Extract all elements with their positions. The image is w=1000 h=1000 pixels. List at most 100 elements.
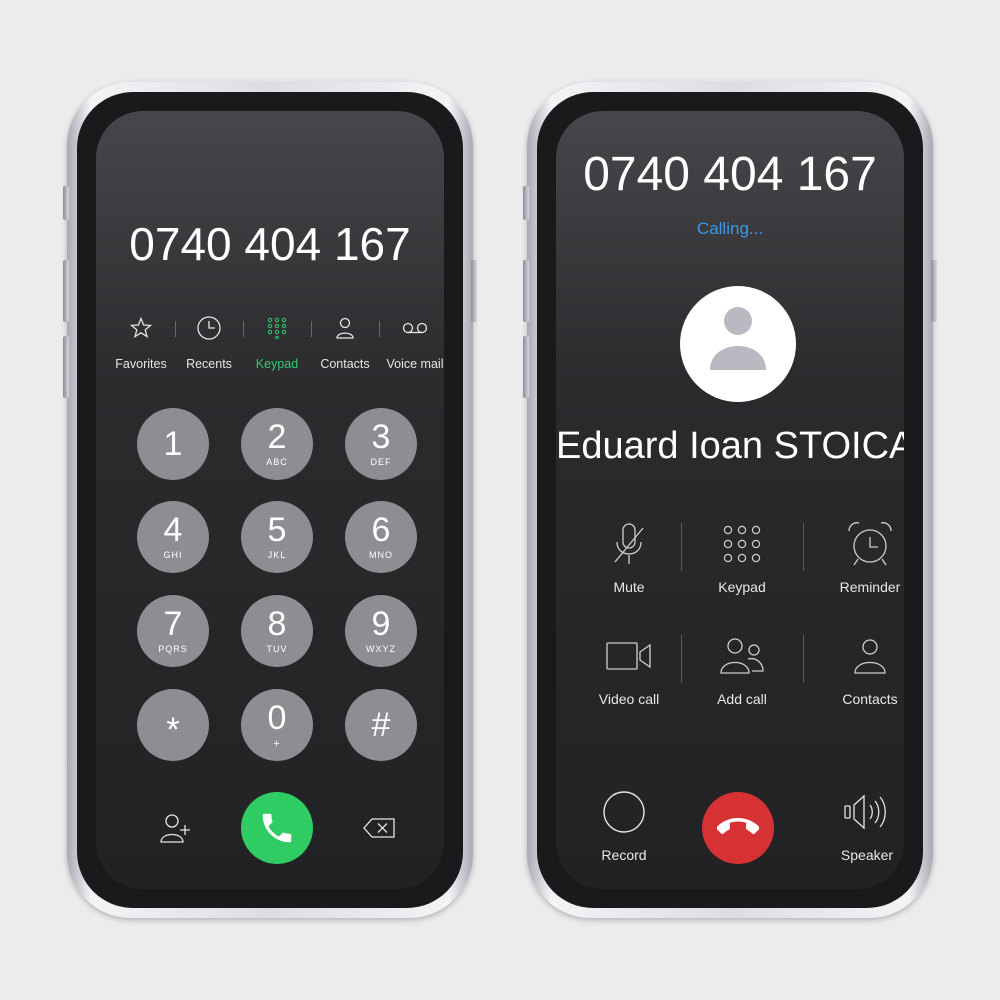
reminder-label: Reminder [839, 579, 901, 595]
record-label: Record [601, 847, 647, 863]
backspace-icon [363, 818, 395, 838]
dialer-tab-bar: Favorites Recents Keypad Contacts Voice … [96, 311, 444, 381]
contact-icon [308, 311, 382, 345]
mute-icon [569, 519, 689, 569]
end-call-button[interactable] [702, 792, 774, 864]
voicemail-icon [375, 311, 444, 345]
key-9[interactable]: 9 WXYZ [345, 595, 417, 667]
video-call-label: Video call [598, 691, 660, 707]
video-call-button[interactable]: Video call [569, 631, 689, 707]
key-letters: WXYZ [366, 644, 396, 654]
key-letters: GHI [163, 550, 183, 560]
add-contact-icon [160, 814, 190, 843]
speaker-label: Speaker [840, 847, 894, 863]
dialed-number: 0740 404 167 [129, 218, 411, 270]
tab-divider [175, 321, 176, 337]
key-digit: 7 [163, 605, 183, 643]
tab-label: Keypad [255, 357, 299, 371]
key-7[interactable]: 7 PQRS [137, 595, 209, 667]
key-letters: DEF [370, 457, 392, 467]
phone-bezel: 0740 404 167 Calling... Eduard Ioan STOI… [537, 92, 923, 908]
keypad-icon [240, 311, 314, 345]
power-button [931, 260, 937, 322]
key-hash[interactable]: # [345, 689, 417, 761]
key-letters: MNO [369, 550, 393, 560]
tab-label: Voice mail [386, 357, 444, 371]
contacts-label: Contacts [842, 691, 898, 707]
star-icon [104, 311, 178, 345]
tab-contacts[interactable]: Contacts [308, 311, 382, 371]
dialer-screen: 0740 404 167 Favorites Recents Keypad Co… [96, 111, 444, 889]
call-status: Calling... [696, 219, 764, 238]
key-letters: TUV [266, 644, 288, 654]
key-3[interactable]: 3 DEF [345, 408, 417, 480]
tab-favorites[interactable]: Favorites [104, 311, 178, 371]
tab-label: Recents [186, 357, 232, 371]
backspace-button[interactable] [362, 817, 396, 839]
key-digit: 6 [371, 511, 391, 549]
clock-icon [172, 311, 246, 345]
tab-label: Favorites [115, 357, 167, 371]
key-digit: 1 [163, 425, 183, 463]
reminder-button[interactable]: Reminder [810, 519, 904, 595]
add-contact-button[interactable] [158, 811, 192, 845]
power-button [471, 260, 477, 322]
record-icon [564, 787, 684, 837]
key-digit: 4 [163, 511, 183, 549]
action-divider [803, 523, 804, 571]
phone-bezel: 0740 404 167 Favorites Recents Keypad Co… [77, 92, 463, 908]
key-star[interactable]: * [137, 689, 209, 761]
mute-button[interactable]: Mute [569, 519, 689, 595]
key-digit: 8 [267, 605, 287, 643]
key-0[interactable]: 0 + [241, 689, 313, 761]
tab-label: Contacts [320, 357, 370, 371]
key-8[interactable]: 8 TUV [241, 595, 313, 667]
key-5[interactable]: 5 JKL [241, 501, 313, 573]
contacts-button[interactable]: Contacts [810, 631, 904, 707]
key-letters: JKL [267, 550, 287, 560]
key-1[interactable]: 1 [137, 408, 209, 480]
tab-divider [311, 321, 312, 337]
speaker-button[interactable]: Speaker [807, 787, 904, 863]
tab-recents[interactable]: Recents [172, 311, 246, 371]
key-letters: + [273, 738, 281, 750]
tab-divider [243, 321, 244, 337]
speaker-icon [807, 787, 904, 837]
key-4[interactable]: 4 GHI [137, 501, 209, 573]
add-call-icon [682, 631, 802, 681]
keypad-button[interactable]: Keypad [682, 519, 802, 595]
tab-divider [379, 321, 380, 337]
tab-voice-mail[interactable]: Voice mail [375, 311, 444, 371]
keypad-icon [682, 519, 802, 569]
key-letters: PQRS [158, 644, 188, 654]
phone-icon [262, 813, 292, 843]
call-number: 0740 404 167 [583, 148, 877, 201]
key-6[interactable]: 6 MNO [345, 501, 417, 573]
video-camera-icon [569, 631, 689, 681]
key-digit: # [371, 706, 391, 744]
record-button[interactable]: Record [564, 787, 684, 863]
volume-down-button [63, 336, 69, 398]
volume-up-button [63, 260, 69, 322]
call-button[interactable] [241, 792, 313, 864]
caller-avatar [680, 286, 796, 402]
keypad-label: Keypad [718, 579, 766, 595]
tab-keypad[interactable]: Keypad [240, 311, 314, 371]
incall-phone: 0740 404 167 Calling... Eduard Ioan STOI… [523, 82, 937, 918]
hang-up-icon [717, 818, 759, 835]
contact-icon [810, 631, 904, 681]
key-digit: 2 [267, 418, 287, 456]
silent-switch [523, 186, 529, 220]
key-letters: ABC [266, 457, 288, 467]
key-digit: 9 [371, 605, 391, 643]
avatar-placeholder-icon [710, 307, 766, 370]
key-digit: 5 [267, 511, 287, 549]
key-digit: 3 [371, 418, 391, 456]
mute-label: Mute [613, 579, 645, 595]
key-digit: 0 [267, 699, 287, 737]
add-call-button[interactable]: Add call [682, 631, 802, 707]
key-2[interactable]: 2 ABC [241, 408, 313, 480]
caller-name: Eduard Ioan STOICA [556, 425, 904, 467]
silent-switch [63, 186, 69, 220]
add-call-label: Add call [717, 691, 767, 707]
